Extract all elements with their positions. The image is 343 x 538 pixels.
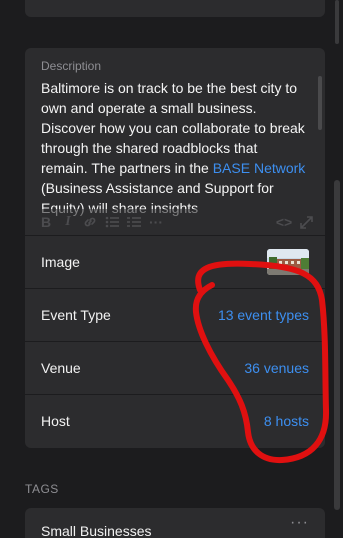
previous-field-card [25, 0, 325, 17]
description-label: Description [41, 59, 102, 73]
host-value[interactable]: 8 hosts [264, 413, 309, 429]
host-row[interactable]: Host 8 hosts [25, 394, 325, 447]
tag-more-icon[interactable]: ··· [290, 514, 309, 532]
italic-icon[interactable]: I [57, 211, 79, 233]
image-label: Image [41, 254, 80, 270]
description-editor[interactable]: Description Baltimore is on track to be … [25, 48, 325, 235]
formatting-toolbar: B I ··· <> [25, 209, 325, 235]
code-icon[interactable]: <> [273, 211, 295, 233]
bulleted-list-icon[interactable] [101, 211, 123, 233]
image-row[interactable]: Image [25, 235, 325, 288]
host-label: Host [41, 413, 70, 429]
numbered-list-icon[interactable] [123, 211, 145, 233]
tags-section-label: TAGS [25, 482, 59, 496]
event-type-value[interactable]: 13 event types [218, 307, 309, 323]
tag-name: Small Businesses [41, 523, 152, 538]
details-card: Description Baltimore is on track to be … [25, 48, 325, 448]
top-scrollbar[interactable] [335, 0, 339, 44]
venue-label: Venue [41, 360, 81, 376]
link-icon[interactable] [79, 211, 101, 233]
venue-value[interactable]: 36 venues [244, 360, 309, 376]
event-type-row[interactable]: Event Type 13 event types [25, 288, 325, 341]
base-network-link[interactable]: BASE Network [213, 160, 306, 176]
more-icon[interactable]: ··· [145, 211, 167, 233]
venue-row[interactable]: Venue 36 venues [25, 341, 325, 394]
expand-icon[interactable] [295, 211, 317, 233]
image-thumbnail[interactable] [267, 249, 309, 275]
description-scrollbar[interactable] [318, 76, 322, 130]
event-type-label: Event Type [41, 307, 111, 323]
page-scrollbar[interactable] [334, 180, 340, 510]
bold-icon[interactable]: B [35, 211, 57, 233]
tag-item[interactable]: Small Businesses ··· [25, 508, 325, 538]
